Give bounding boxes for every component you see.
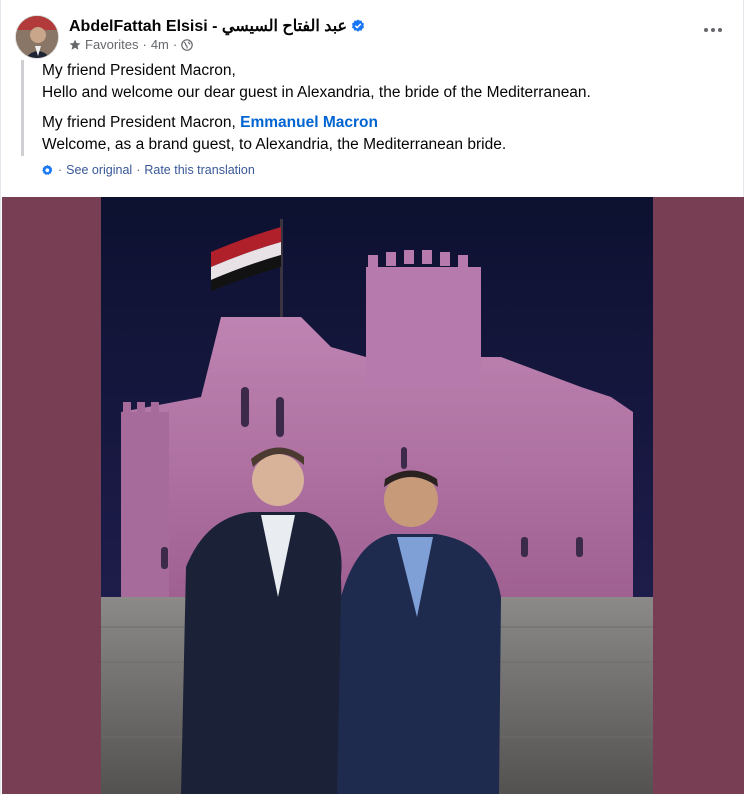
translation-controls: · See original · Rate this translation <box>41 163 255 177</box>
mention-link[interactable]: Emmanuel Macron <box>240 114 378 131</box>
translated-text: My friend President Macron, Hello and we… <box>42 60 711 104</box>
star-icon <box>69 39 81 50</box>
meta-separator: · <box>142 37 147 52</box>
post-photo-container[interactable] <box>2 197 744 794</box>
feed-post: AbdelFattah Elsisi - عبد الفتاح السيسي F… <box>0 0 744 794</box>
globe-icon[interactable] <box>181 38 194 51</box>
original-line-1-text: My friend President Macron, <box>42 114 241 131</box>
meta-separator-2: · <box>172 37 178 52</box>
post-body: My friend President Macron, Hello and we… <box>21 60 711 156</box>
translated-line-1: My friend President Macron, <box>42 62 236 79</box>
more-options-icon[interactable] <box>695 18 731 42</box>
verified-badge-icon <box>352 19 365 32</box>
rate-translation-link[interactable]: Rate this translation <box>144 163 254 177</box>
original-line-1: My friend President Macron, Emmanuel Mac… <box>42 112 711 134</box>
see-original-link[interactable]: See original <box>66 163 132 177</box>
author-avatar[interactable] <box>15 15 59 59</box>
author-row: AbdelFattah Elsisi - عبد الفتاح السيسي <box>69 16 365 36</box>
post-timestamp[interactable]: 4m <box>151 37 169 52</box>
translate-separator: · <box>136 163 141 177</box>
post-header: AbdelFattah Elsisi - عبد الفتاح السيسي F… <box>15 10 731 59</box>
translated-line-2: Hello and welcome our dear guest in Alex… <box>42 84 591 101</box>
post-photo[interactable] <box>101 197 653 794</box>
post-meta: Favorites · 4m · <box>69 37 194 52</box>
audience-label[interactable]: Favorites <box>85 37 138 52</box>
author-name[interactable]: AbdelFattah Elsisi - عبد الفتاح السيسي <box>69 16 347 36</box>
translate-gear-icon <box>42 164 53 175</box>
original-line-2: Welcome, as a brand guest, to Alexandria… <box>42 136 507 153</box>
original-text: My friend President Macron, Emmanuel Mac… <box>42 112 711 156</box>
translate-separator-left: · <box>58 163 63 177</box>
